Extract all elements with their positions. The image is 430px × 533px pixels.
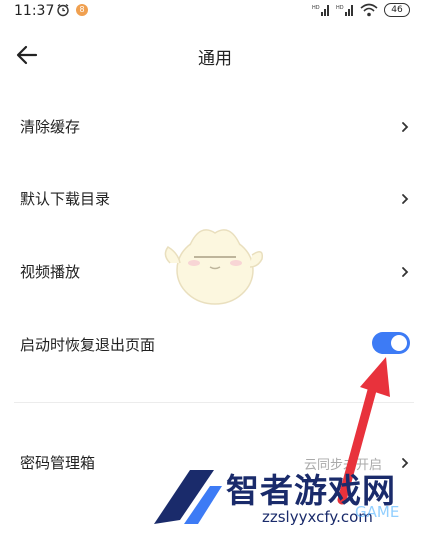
cell-signal-icon-2: HD	[336, 5, 353, 16]
notification-badge: 8	[76, 4, 88, 16]
status-time: 11:37	[14, 3, 55, 19]
row-label: 密码管理箱	[20, 454, 96, 472]
mascot-icon	[164, 229, 264, 305]
cell-signal-icon: HD	[312, 5, 329, 16]
toggle-knob	[391, 335, 407, 351]
wifi-icon	[360, 3, 378, 17]
alarm-icon	[57, 4, 69, 17]
watermark-game: GAME	[355, 503, 400, 521]
row-label: 启动时恢复退出页面	[20, 336, 156, 354]
chevron-right-icon	[402, 122, 409, 132]
row-label: 清除缓存	[20, 118, 81, 136]
row-label: 视频播放	[20, 263, 81, 281]
restore-pages-toggle[interactable]	[372, 332, 410, 354]
clear-cache-row[interactable]: 清除缓存	[0, 102, 430, 152]
page-title: 通用	[198, 49, 232, 69]
chevron-right-icon	[402, 194, 409, 204]
status-indicators: HD HD 46	[312, 2, 410, 18]
battery-indicator: 46	[384, 3, 410, 17]
signal-label: HD	[312, 5, 320, 11]
chevron-right-icon	[402, 267, 409, 277]
signal-label-2: HD	[336, 5, 344, 11]
status-bar: 11:37 8 HD HD 46	[0, 0, 430, 22]
row-label: 默认下载目录	[20, 190, 111, 208]
